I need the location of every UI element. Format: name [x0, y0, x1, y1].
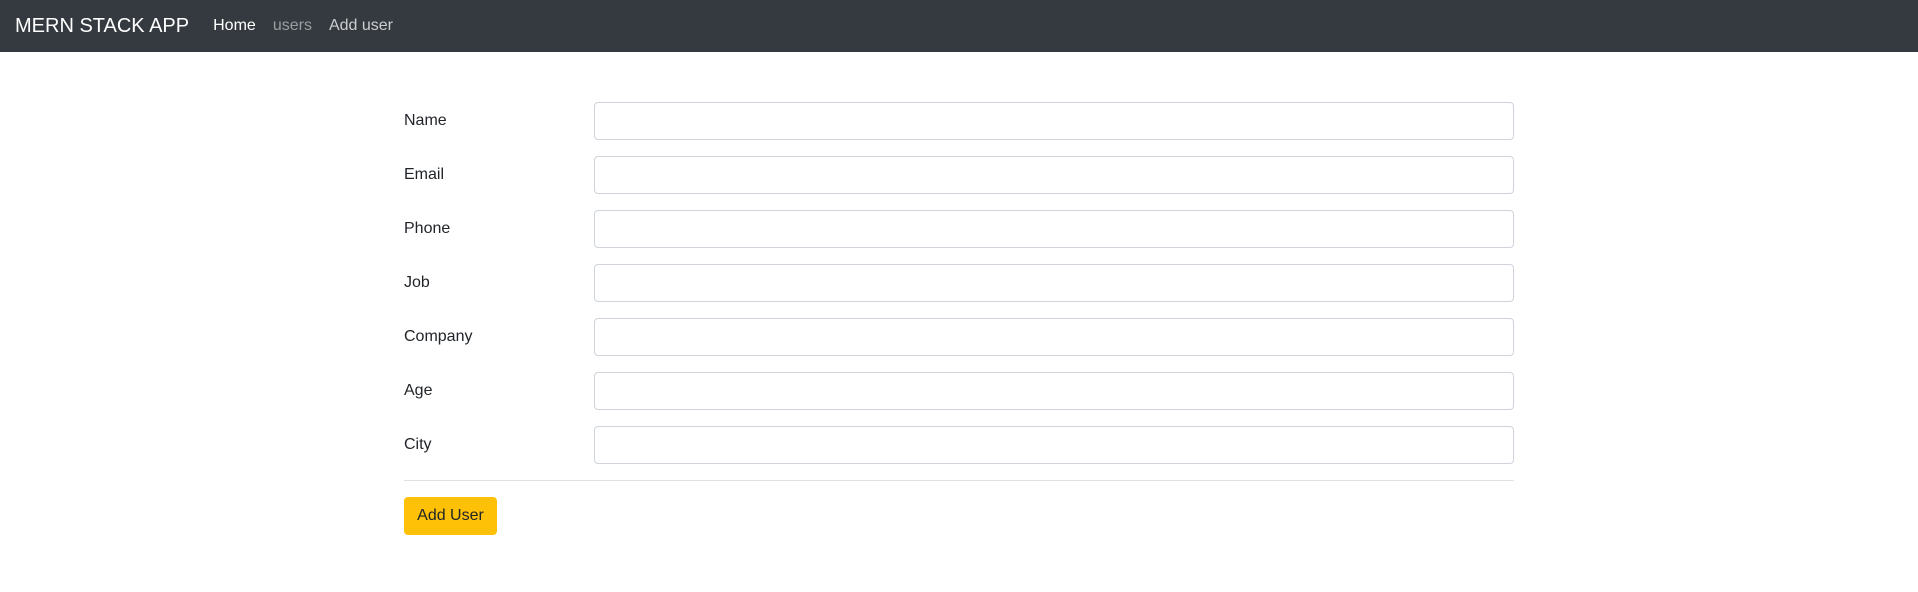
add-user-form: Name Email Phone Job Company Age City Ad… [404, 102, 1514, 535]
job-input[interactable] [594, 264, 1514, 302]
nav-link-home[interactable]: Home [213, 17, 256, 35]
name-input[interactable] [594, 102, 1514, 140]
form-row-phone: Phone [404, 210, 1514, 248]
form-row-age: Age [404, 372, 1514, 410]
form-row-email: Email [404, 156, 1514, 194]
email-label: Email [404, 166, 445, 183]
navbar: MERN STACK APP Home users Add user [0, 0, 1918, 52]
form-divider [404, 480, 1514, 481]
add-user-button[interactable]: Add User [404, 497, 497, 535]
company-label: Company [404, 328, 473, 345]
nav-link-add-user[interactable]: Add user [329, 17, 393, 35]
form-row-company: Company [404, 318, 1514, 356]
name-label: Name [404, 112, 447, 129]
form-row-name: Name [404, 102, 1514, 140]
brand-link[interactable]: MERN STACK APP [15, 15, 189, 38]
company-input[interactable] [594, 318, 1514, 356]
email-input[interactable] [594, 156, 1514, 194]
job-label: Job [404, 274, 430, 291]
nav-link-users[interactable]: users [273, 17, 312, 35]
age-input[interactable] [594, 372, 1514, 410]
city-label: City [404, 436, 432, 453]
phone-label: Phone [404, 220, 451, 237]
form-row-city: City [404, 426, 1514, 464]
city-input[interactable] [594, 426, 1514, 464]
phone-input[interactable] [594, 210, 1514, 248]
age-label: Age [404, 382, 433, 399]
form-row-job: Job [404, 264, 1514, 302]
